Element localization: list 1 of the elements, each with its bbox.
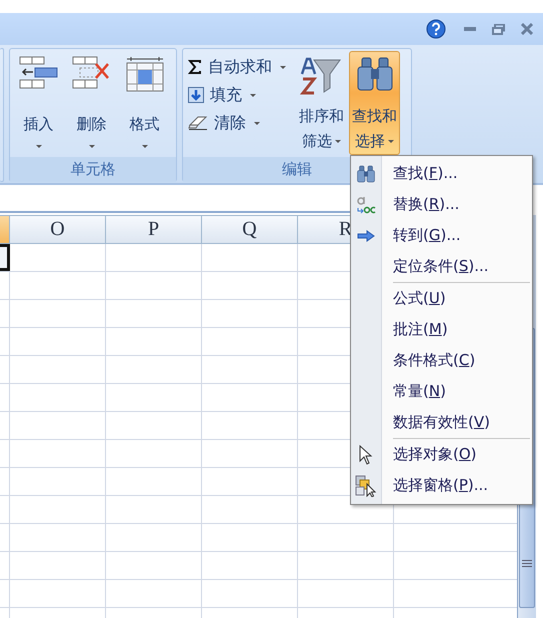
group-label: 单元格 (10, 157, 176, 182)
